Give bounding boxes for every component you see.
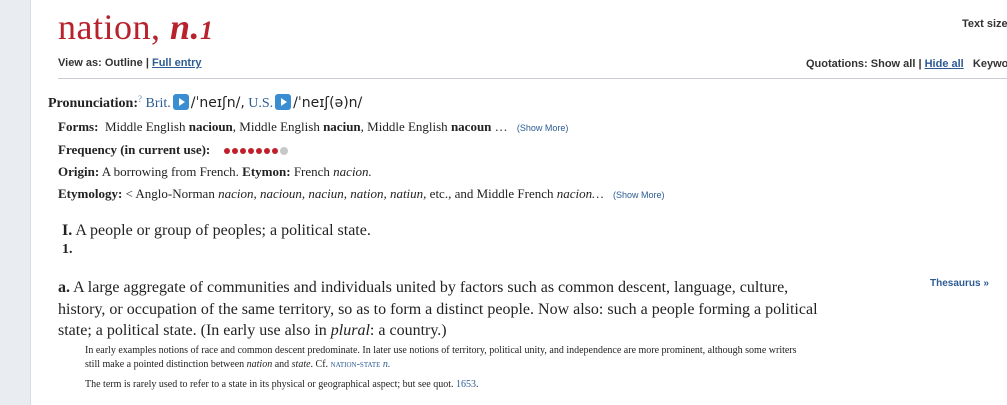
etymology-prefix: < Anglo-Norman (125, 186, 219, 201)
frequency-dot-empty (279, 147, 288, 156)
quotations-controls: Quotations: Show all | Hide all Keywords… (806, 57, 1007, 71)
note1-and: and (272, 359, 292, 370)
frequency-label: Frequency (in current use): (58, 142, 211, 157)
frequency-dot-filled (255, 148, 262, 155)
frequency-dot-filled (223, 148, 230, 155)
note1-text: In early examples notions of race and co… (85, 345, 797, 370)
quotations-show-all[interactable]: Quotations: Show all | (806, 58, 922, 70)
etymology-line: Etymology: < Anglo-Norman nacion, naciou… (58, 186, 664, 202)
etymon-label: Etymon: (242, 164, 291, 179)
view-as-label: View as: Outline | (58, 57, 149, 69)
etymology-end-word: nacion… (556, 186, 604, 201)
entry-headword: nation, n.1 (58, 6, 214, 48)
forms-segment: , Middle English (232, 119, 324, 134)
sense-I: I. A people or group of peoples; a polit… (62, 222, 371, 240)
keywords-label: Keywords: (972, 57, 1007, 70)
forms-segment: nacioun (188, 119, 233, 134)
play-audio-brit-icon[interactable] (172, 94, 189, 110)
us-ipa: /ˈneɪʃ(ə)n/ (293, 95, 363, 111)
homograph-number: 1 (200, 16, 214, 45)
etymology-words: nacion, nacioun, naciun, nation, natiun, (218, 186, 427, 201)
entry-toolbar: View as: Outline | Full entry Quotations… (58, 57, 1007, 73)
note2-end: . (476, 379, 479, 390)
play-audio-us-icon[interactable] (275, 94, 292, 110)
frequency-dot-filled (263, 148, 270, 155)
forms-segment: , Middle English (360, 119, 451, 134)
sense-I-label: I. (62, 222, 73, 239)
sense-a-plural: plural (330, 322, 370, 339)
etymon-prefix: French (293, 164, 334, 179)
forms-segment: naciun (323, 119, 361, 134)
frequency-dot-filled (247, 148, 254, 155)
forms-show-more[interactable]: (Show More) (517, 123, 569, 133)
text-size-control[interactable]: Text size (962, 18, 1007, 30)
forms-line: Forms: Middle English nacioun, Middle En… (58, 119, 568, 135)
forms-label: Forms: (58, 119, 99, 134)
xref-pos[interactable]: n. (383, 359, 391, 370)
etymon-word: nacion. (333, 164, 372, 179)
full-entry-link[interactable]: Full entry (152, 57, 202, 69)
sense-1-label: 1. (62, 242, 73, 257)
frequency-dots[interactable] (223, 142, 290, 158)
usage-note-2: The term is rarely used to refer to a st… (85, 378, 805, 392)
help-icon[interactable]: ? (138, 94, 142, 104)
brit-ipa: /ˈneɪʃn/, (190, 95, 245, 111)
hide-all-link[interactable]: Hide all (925, 58, 964, 70)
part-of-speech: n. (169, 7, 201, 47)
pronunciation-label: Pronunciation: (48, 96, 138, 111)
note1-cf: . Cf. (310, 359, 331, 370)
nation-state-xref-link[interactable]: nation-state (331, 359, 381, 370)
sense-1a: a. A large aggregate of communities and … (58, 277, 828, 342)
forms-text: Middle English nacioun, Middle English n… (105, 119, 508, 134)
forms-segment: nacoun (450, 119, 492, 134)
frequency-dot-filled (239, 148, 246, 155)
toolbar-divider (58, 78, 1007, 79)
note1-state: state (291, 359, 311, 370)
forms-segment: … (491, 119, 508, 134)
sense-I-definition: A people or group of peoples; a politica… (75, 222, 371, 239)
forms-segment: Middle English (104, 119, 189, 134)
thesaurus-link[interactable]: Thesaurus » (930, 278, 989, 289)
usage-note-1: In early examples notions of race and co… (85, 344, 805, 372)
frequency-dot-filled (271, 148, 278, 155)
etymology-label: Etymology: (58, 186, 123, 201)
entry-page: nation, n.1 Text size View as: Outline |… (30, 0, 1007, 405)
pronunciation-line: Pronunciation:? Brit. /ˈneɪʃn/, U.S. /ˈneɪ… (48, 94, 362, 112)
note1-nation: nation (246, 359, 273, 370)
us-label: U.S. (248, 96, 274, 111)
origin-label: Origin: (58, 164, 100, 179)
sense-a-label: a. (58, 279, 70, 296)
quotation-1653-link[interactable]: 1653 (456, 379, 476, 390)
frequency-dot-filled (231, 148, 238, 155)
origin-text: A borrowing from French. (101, 164, 239, 179)
note2-text: The term is rarely used to refer to a st… (85, 379, 456, 390)
origin-line: Origin: A borrowing from French. Etymon:… (58, 164, 372, 180)
etymology-middle: etc., and Middle French (426, 186, 557, 201)
headword-text: nation, (58, 7, 161, 47)
etymology-show-more[interactable]: (Show More) (613, 190, 665, 200)
brit-label: Brit. (145, 96, 171, 111)
sense-a-end: : a country.) (369, 322, 447, 339)
frequency-line: Frequency (in current use): (58, 142, 290, 158)
